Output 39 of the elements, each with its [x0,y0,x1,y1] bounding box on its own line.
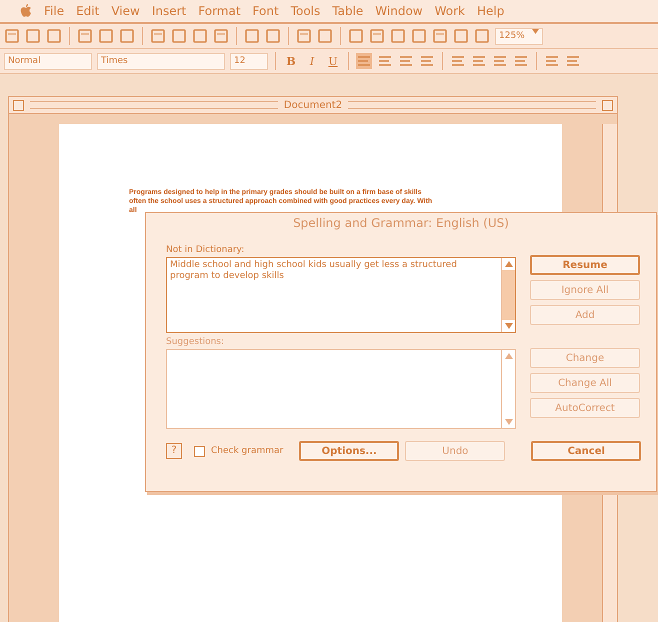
dialog-button[interactable]: Cancel [531,441,642,461]
field-label: Not in Dictionary: [166,245,246,255]
menu-item[interactable]: Window [375,4,423,18]
dialog-title: Spelling and Grammar: English (US) [292,215,510,232]
bold-button[interactable]: B [283,54,299,68]
help-button[interactable]: ? [166,443,182,459]
menu-item[interactable]: Font [252,4,279,18]
caret-icon[interactable] [532,28,539,34]
font-dropdown[interactable]: Times [97,52,225,70]
style-dropdown[interactable]: Normal [4,52,92,70]
checkbox-label: Check grammar [211,446,284,456]
zoom-dropdown[interactable]: 125% [495,28,543,44]
underline-button[interactable]: U [325,54,341,68]
menu-item[interactable]: Tools [290,4,320,18]
menu-item[interactable]: File [44,4,64,18]
font-size-dropdown[interactable]: 12 [230,52,268,70]
zoom-box-icon[interactable] [602,100,614,110]
window-title: Document2 [284,100,342,110]
menu-item[interactable]: Help [477,4,504,18]
menu-item[interactable]: Edit [76,4,100,18]
menu-item[interactable]: View [111,4,140,18]
suggestions-list[interactable] [166,349,516,429]
dialog-button[interactable]: Options... [299,441,400,461]
scroll-thumb[interactable] [502,270,515,320]
checkbox[interactable] [194,446,205,456]
apple-logo-icon[interactable] [20,4,32,18]
scroll-up-arrow-icon[interactable] [504,261,512,267]
close-box-icon[interactable] [13,100,24,110]
scroll-up-arrow-icon[interactable] [504,353,512,359]
scroll-down-arrow-icon[interactable] [504,419,512,425]
menu-item[interactable]: Table [332,4,364,18]
menu-item[interactable]: Insert [152,4,186,18]
italic-button[interactable]: I [304,54,320,68]
menu-item[interactable]: Work [434,4,465,18]
not-in-dictionary-field[interactable]: Middle school and high school kids usually get less a structured program to develop skills [166,257,516,333]
dialog-button[interactable]: Resume [530,255,640,275]
menu-item[interactable]: Format [198,4,241,18]
scroll-down-arrow-icon[interactable] [504,323,512,329]
field-label: Suggestions: [166,337,226,347]
